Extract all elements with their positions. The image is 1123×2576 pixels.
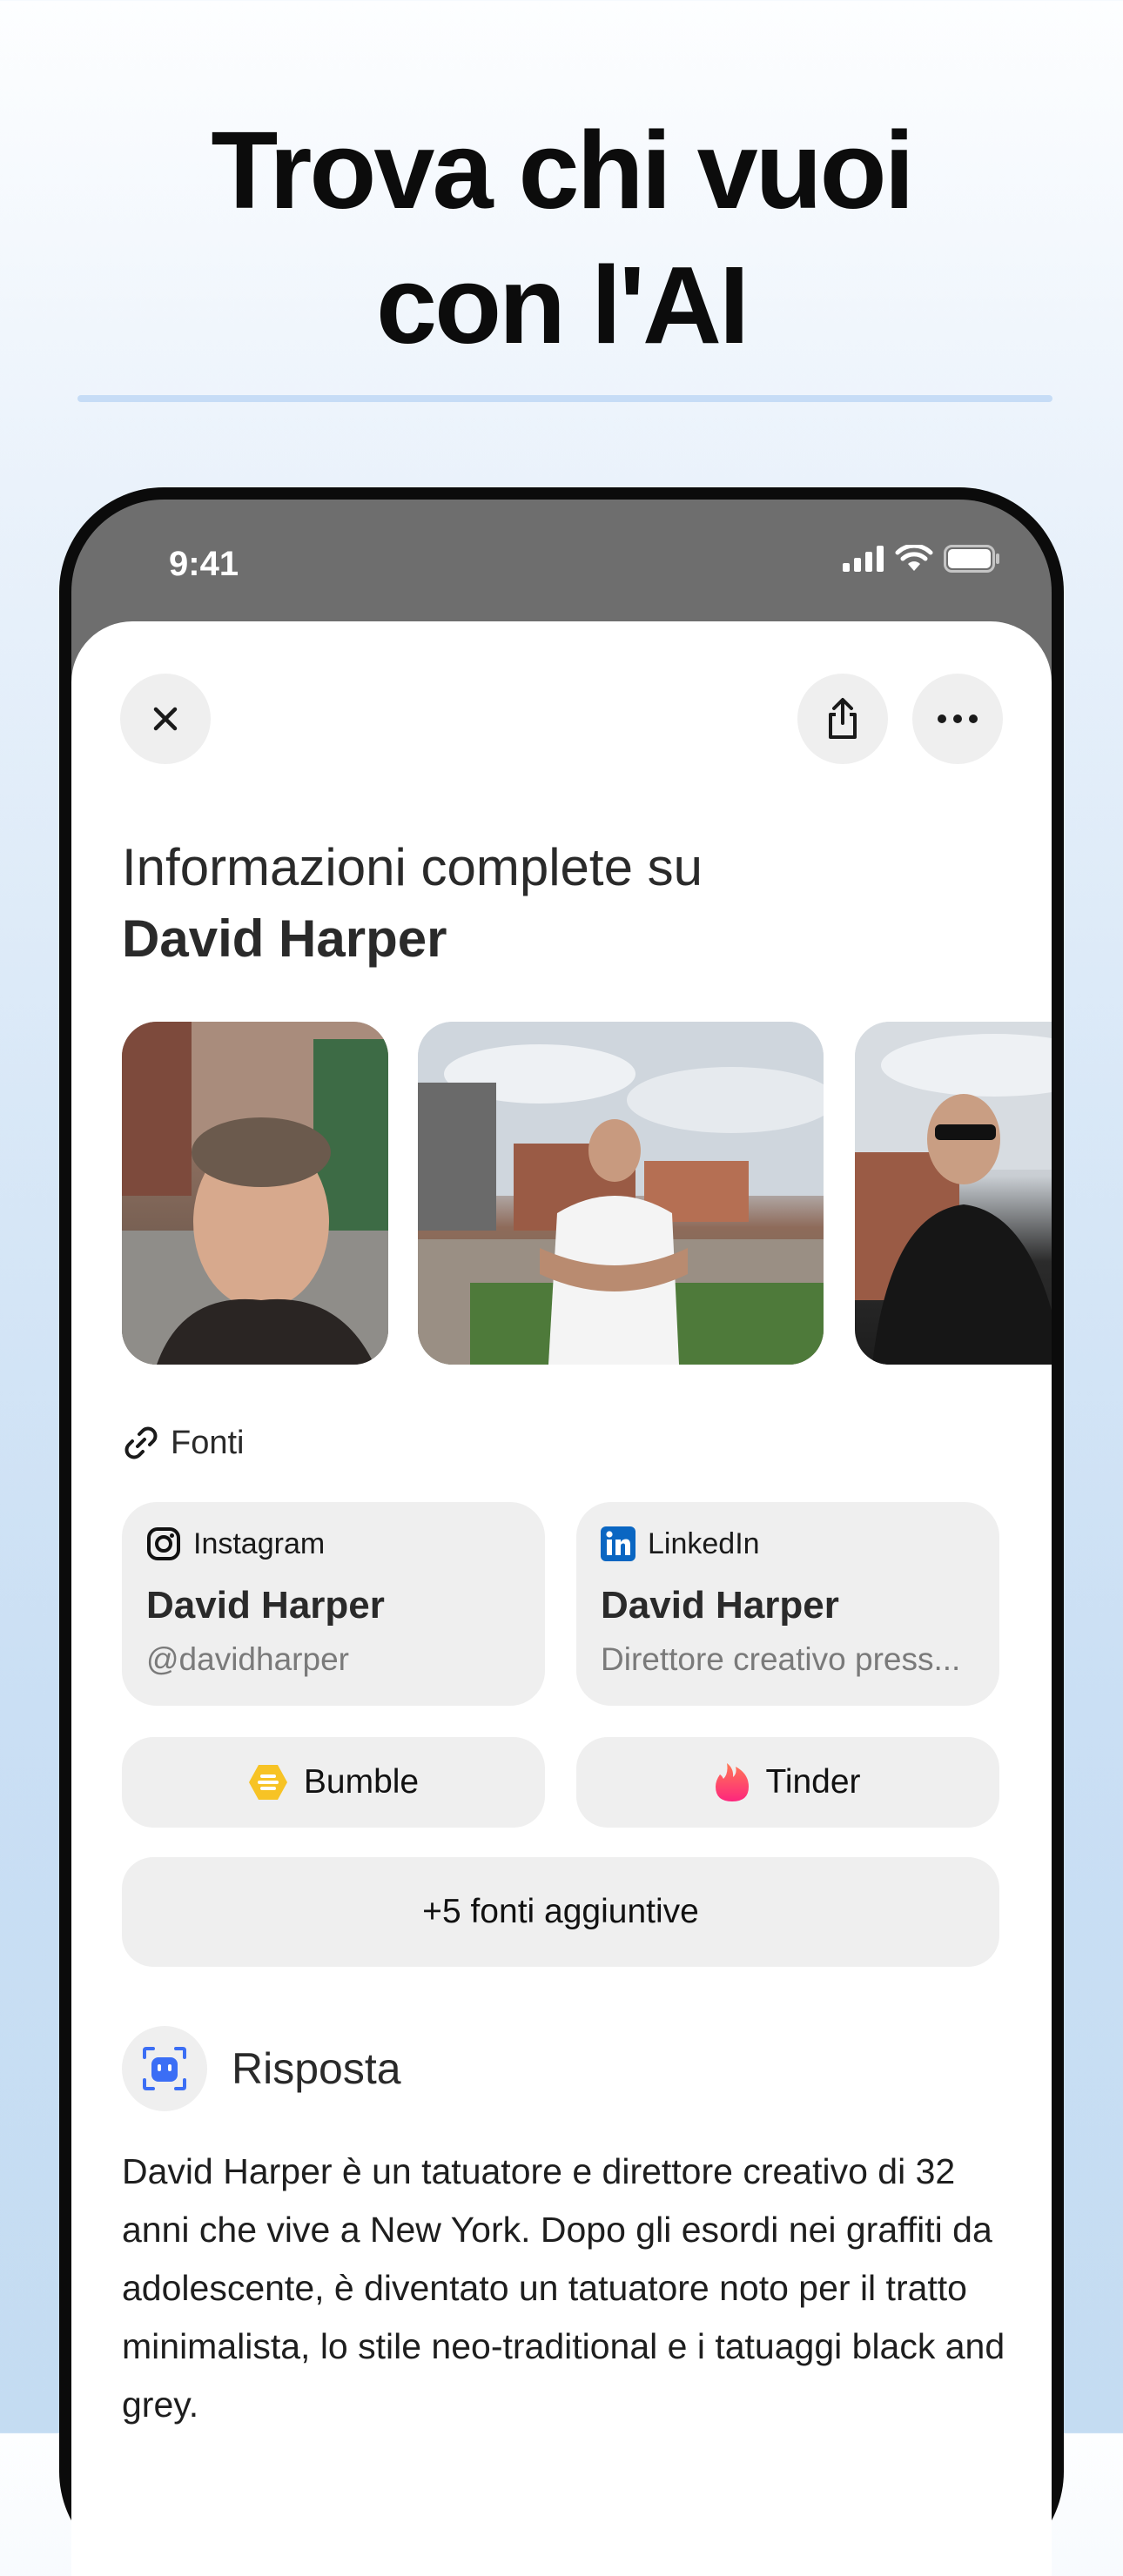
source-pill-label: Bumble bbox=[303, 1763, 420, 1801]
source-name: David Harper bbox=[601, 1584, 839, 1627]
more-options-button[interactable] bbox=[912, 674, 1003, 764]
source-platform: LinkedIn bbox=[601, 1526, 760, 1561]
phone-frame: 9:41 Informazioni complete su David Harp… bbox=[59, 487, 1064, 2576]
source-pill-label: Tinder bbox=[765, 1763, 861, 1801]
profile-photo-3[interactable] bbox=[855, 1022, 1052, 1365]
tinder-icon bbox=[716, 1763, 750, 1801]
more-sources-label: +5 fonti aggiuntive bbox=[422, 1893, 699, 1930]
linkedin-icon bbox=[601, 1526, 635, 1561]
headline-line-2: con l'AI bbox=[376, 244, 750, 366]
answer-text: David Harper è un tatuatore e direttore … bbox=[122, 2151, 1005, 2425]
source-card-instagram[interactable]: Instagram David Harper @davidharper bbox=[122, 1502, 545, 1706]
profile-photo-1[interactable] bbox=[122, 1022, 388, 1365]
profile-sheet: Informazioni complete su David Harper Fo… bbox=[71, 621, 1052, 2576]
headline-line-1: Trova chi vuoi bbox=[211, 109, 914, 231]
close-icon bbox=[153, 707, 178, 731]
link-icon bbox=[124, 1426, 158, 1459]
more-sources-button[interactable]: +5 fonti aggiuntive bbox=[122, 1857, 999, 1967]
profile-name: David Harper bbox=[122, 909, 447, 968]
wifi-icon bbox=[895, 545, 933, 571]
source-platform: Instagram bbox=[146, 1526, 325, 1561]
bumble-icon bbox=[248, 1765, 287, 1800]
answer-avatar bbox=[122, 2026, 207, 2111]
headline-divider bbox=[77, 395, 1052, 402]
headline: Trova chi vuoi con l'AI bbox=[0, 103, 1123, 372]
battery-icon bbox=[944, 545, 999, 573]
status-time: 9:41 bbox=[169, 545, 239, 583]
phone-screen: 9:41 Informazioni complete su David Harp… bbox=[71, 500, 1052, 2576]
source-pill-bumble[interactable]: Bumble bbox=[122, 1737, 545, 1828]
answer-header: Risposta bbox=[122, 2026, 401, 2111]
share-icon bbox=[829, 698, 857, 739]
status-icons bbox=[843, 545, 1001, 573]
source-pill-tinder[interactable]: Tinder bbox=[576, 1737, 999, 1828]
sources-label: Fonti bbox=[171, 1424, 245, 1461]
ai-assistant-icon bbox=[143, 2047, 186, 2090]
profile-title-prefix: Informazioni complete su bbox=[122, 838, 703, 896]
answer-title: Risposta bbox=[232, 2044, 401, 2093]
source-platform-label: LinkedIn bbox=[648, 1526, 760, 1560]
signal-icon bbox=[843, 546, 884, 572]
close-button[interactable] bbox=[120, 674, 211, 764]
source-platform-label: Instagram bbox=[193, 1526, 326, 1560]
source-card-linkedin[interactable]: LinkedIn David Harper Direttore creativo… bbox=[576, 1502, 999, 1706]
source-name: David Harper bbox=[146, 1584, 385, 1627]
photo-carousel[interactable] bbox=[122, 1022, 1052, 1365]
more-icon bbox=[938, 714, 978, 723]
sources-header: Fonti bbox=[122, 1424, 244, 1462]
share-button[interactable] bbox=[797, 674, 888, 764]
source-handle: @davidharper bbox=[146, 1641, 349, 1677]
instagram-icon bbox=[147, 1527, 180, 1560]
source-headline: Direttore creativo press... bbox=[601, 1641, 961, 1677]
profile-photo-2[interactable] bbox=[418, 1022, 824, 1365]
